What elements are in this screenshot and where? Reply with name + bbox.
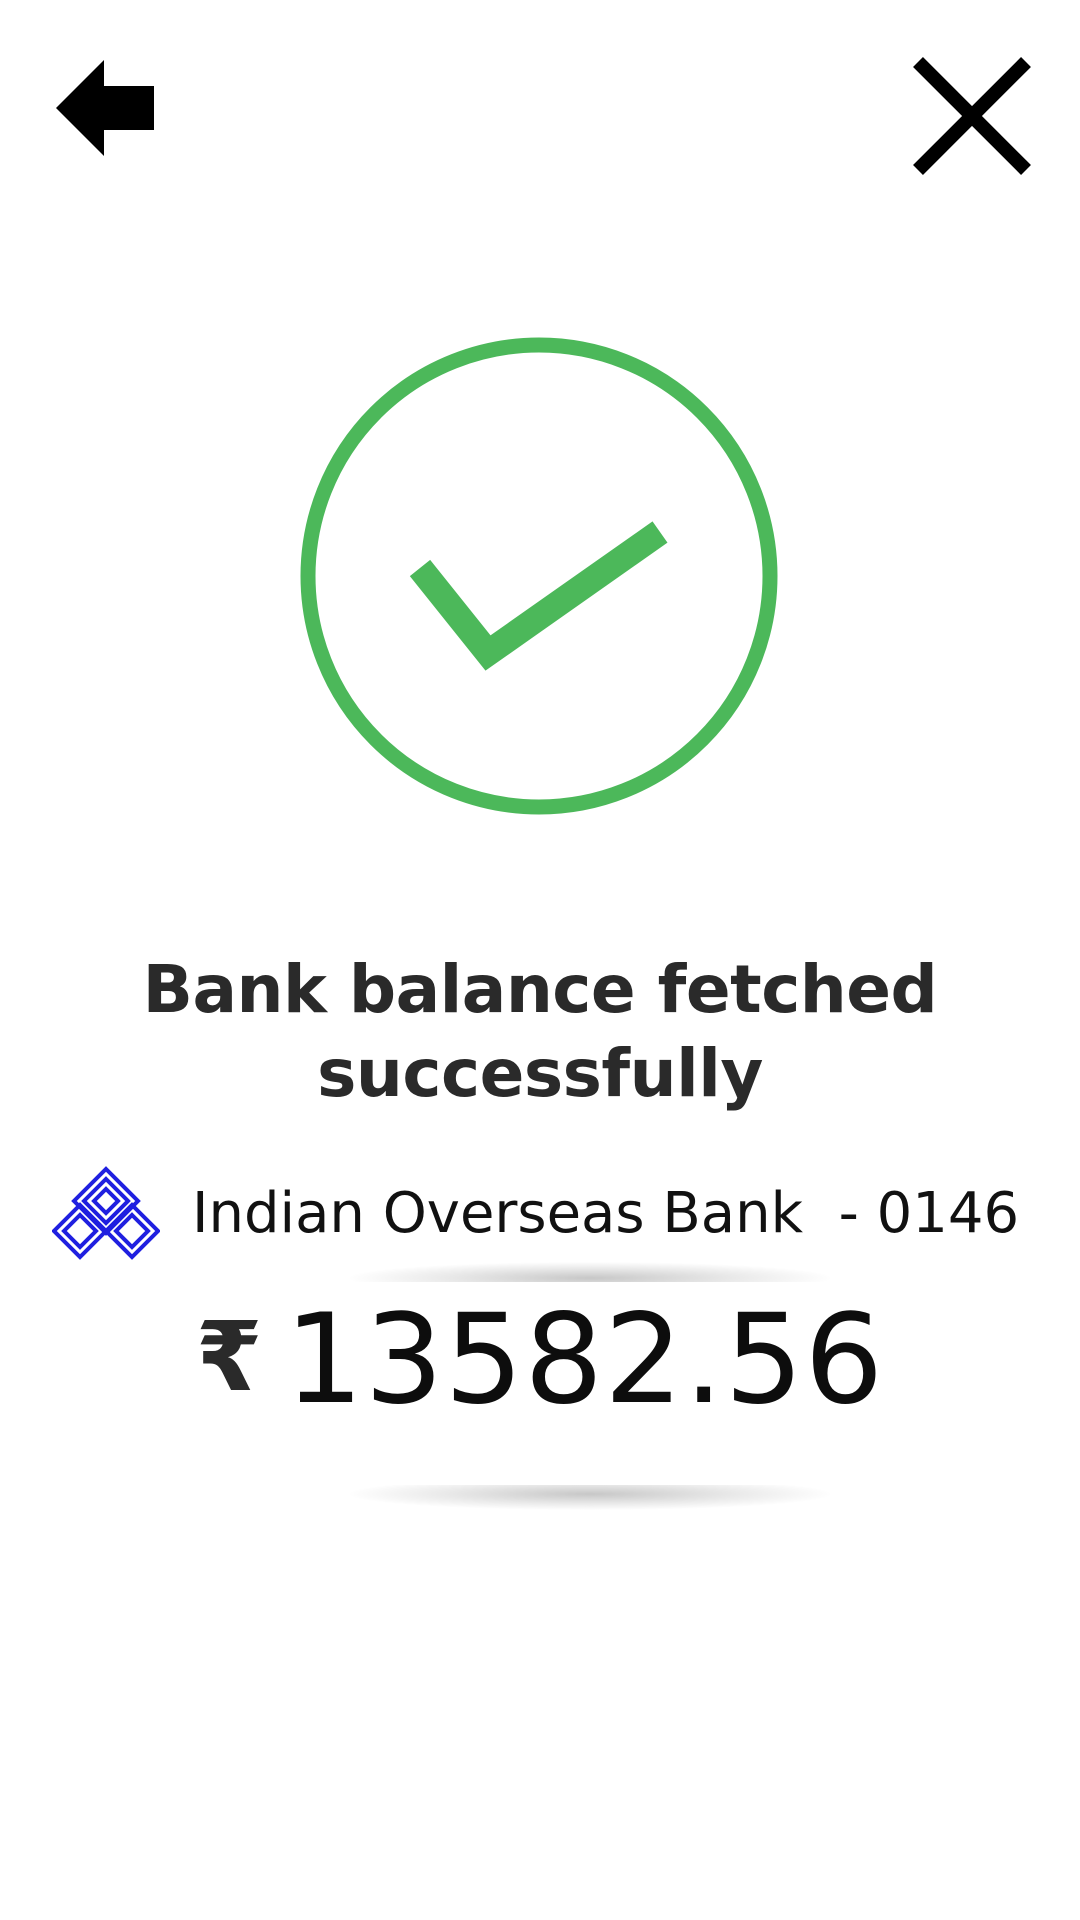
check-circle-icon	[300, 337, 778, 815]
bank-account-label: Indian Overseas Bank - 0146	[192, 1181, 1020, 1246]
bank-account-row: Indian Overseas Bank - 0146	[52, 1160, 1052, 1270]
status-headline-continued: successfully	[317, 1035, 763, 1112]
close-icon	[913, 57, 1031, 175]
balance-amount: ₹13582.56	[0, 1282, 1080, 1472]
back-button[interactable]	[52, 56, 156, 160]
back-arrow-icon	[56, 60, 154, 156]
balance-value: 13582.56	[284, 1288, 885, 1432]
status-headline: Bank balance fetched	[142, 951, 938, 1028]
close-button[interactable]	[908, 52, 1036, 180]
indian-overseas-bank-logo	[52, 1166, 160, 1260]
rupee-icon: ₹	[195, 1301, 263, 1413]
